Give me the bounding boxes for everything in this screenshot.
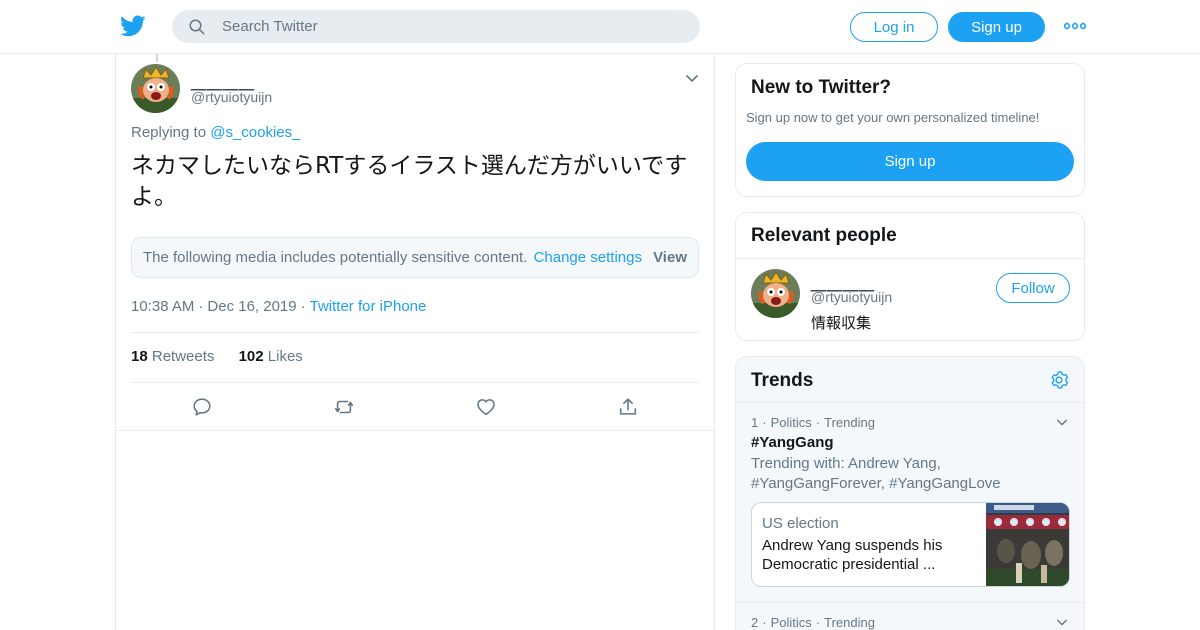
- new-to-twitter-card: New to Twitter? Sign up now to get your …: [735, 63, 1085, 197]
- story-headline: Andrew Yang suspends his Democratic pres…: [762, 537, 943, 573]
- author-handle[interactable]: @rtyuiotyuijn: [191, 89, 272, 105]
- login-button[interactable]: Log in: [850, 12, 938, 42]
- gear-icon[interactable]: [1049, 370, 1069, 390]
- sidebar-signup-button[interactable]: Sign up: [746, 142, 1074, 181]
- retweets-stat[interactable]: 18 Retweets: [131, 348, 214, 365]
- tweet-detail: ＿＿＿＿ @rtyuiotyuijn Replying to @s_cookie…: [115, 54, 715, 630]
- person-avatar[interactable]: [751, 269, 800, 318]
- replying-to-link[interactable]: @s_cookies_: [210, 124, 300, 141]
- view-media-button[interactable]: View: [653, 249, 687, 266]
- more-options-icon[interactable]: [1064, 20, 1086, 32]
- share-icon[interactable]: [617, 396, 639, 418]
- story-category: US election: [762, 515, 839, 532]
- trend-story-card[interactable]: US election Andrew Yang suspends his Dem…: [751, 502, 1070, 587]
- sensitive-media-notice: The following media includes potentially…: [131, 237, 699, 278]
- person-bio: 情報収集: [811, 314, 872, 332]
- divider: [736, 402, 1084, 403]
- search-input[interactable]: [222, 10, 682, 43]
- trends-title: Trends: [751, 370, 814, 391]
- trend-name[interactable]: #YangGang: [751, 434, 834, 451]
- story-thumbnail: [986, 503, 1069, 586]
- person-handle[interactable]: @rtyuiotyuijn: [811, 289, 892, 305]
- trend-meta: 1 · Politics · Trending: [751, 415, 875, 430]
- trend-trending-with: Trending with: Andrew Yang, #YangGangFor…: [751, 455, 1001, 492]
- chevron-down-icon[interactable]: [1055, 615, 1069, 629]
- divider: [736, 258, 1084, 259]
- divider: [131, 332, 699, 333]
- tweet-text: ネカマしたいならRTするイラスト選んだ方がいいですよ。: [131, 153, 688, 210]
- author-avatar[interactable]: [131, 64, 180, 113]
- retweet-icon[interactable]: [333, 396, 355, 418]
- thread-connector-line: [156, 54, 158, 62]
- signup-button[interactable]: Sign up: [948, 12, 1045, 42]
- chevron-down-icon[interactable]: [684, 70, 700, 86]
- sensitive-media-message: The following media includes potentially…: [143, 249, 528, 266]
- tweet-actions: [116, 385, 714, 431]
- reply-icon[interactable]: [191, 396, 213, 418]
- divider: [736, 602, 1084, 603]
- like-icon[interactable]: [475, 396, 497, 418]
- chevron-down-icon[interactable]: [1055, 415, 1069, 429]
- tweet-date[interactable]: Dec 16, 2019: [207, 298, 296, 315]
- replying-to: Replying to @s_cookies_: [131, 124, 301, 141]
- top-nav-bar: Log in Sign up: [0, 0, 1200, 54]
- change-settings-link[interactable]: Change settings: [534, 249, 642, 266]
- trends-card: Trends 1 · Politics · Trending #YangGang Tre…: [735, 356, 1085, 630]
- new-to-twitter-title: New to Twitter?: [751, 77, 892, 98]
- tweet-source-link[interactable]: Twitter for iPhone: [310, 298, 427, 315]
- new-to-twitter-subtitle: Sign up now to get your own personalized…: [746, 110, 1040, 125]
- relevant-people-title: Relevant people: [751, 225, 897, 246]
- twitter-logo-icon[interactable]: [120, 13, 146, 39]
- follow-button[interactable]: Follow: [996, 273, 1070, 303]
- tweet-stats: 18 Retweets 102 Likes: [131, 348, 303, 365]
- search-icon: [189, 19, 205, 35]
- replying-to-label: Replying to: [131, 124, 207, 141]
- divider: [131, 382, 699, 383]
- search-box[interactable]: [172, 10, 700, 43]
- tweet-time[interactable]: 10:38 AM: [131, 298, 194, 315]
- trend-meta: 2 · Politics · Trending: [751, 615, 875, 630]
- likes-stat[interactable]: 102 Likes: [239, 348, 303, 365]
- tweet-metadata: 10:38 AM · Dec 16, 2019 · Twitter for iPhone: [131, 298, 427, 315]
- relevant-people-card: Relevant people ＿＿＿＿ @rtyuiotyuijn 情報収集 …: [735, 212, 1085, 341]
